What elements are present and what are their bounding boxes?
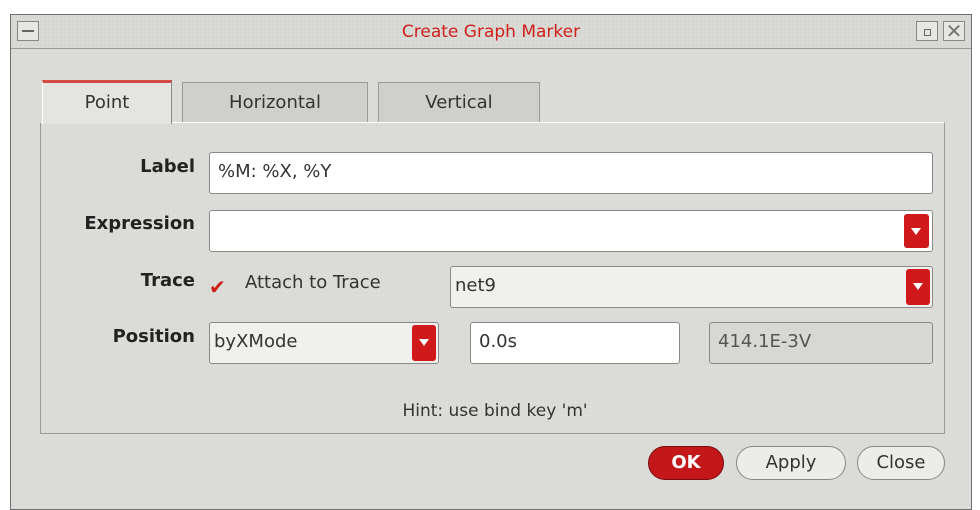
attach-to-trace-checkbox[interactable]: ✔: [209, 277, 227, 297]
ok-button[interactable]: OK: [648, 446, 724, 480]
position-caption: Position: [112, 326, 195, 347]
trace-select-value: net9: [455, 275, 496, 296]
hint-text: Hint: use bind key 'm': [402, 401, 588, 421]
label-input[interactable]: %M: %X, %Y: [209, 152, 933, 194]
position-y-readout: 414.1E-3V: [709, 322, 933, 364]
trace-dropdown-icon[interactable]: [906, 269, 930, 305]
close-button[interactable]: Close: [857, 446, 945, 480]
tab-vertical[interactable]: Vertical: [378, 82, 540, 122]
tab-horizontal[interactable]: Horizontal: [182, 82, 368, 122]
close-icon[interactable]: ✕: [943, 21, 965, 41]
position-mode-dropdown-icon[interactable]: [412, 325, 436, 361]
position-x-input[interactable]: 0.0s: [470, 322, 680, 364]
minimize-icon[interactable]: [916, 21, 938, 41]
position-mode-value: byXMode: [214, 331, 298, 352]
position-mode-select[interactable]: byXMode: [209, 322, 439, 364]
expression-input[interactable]: [209, 210, 933, 252]
attach-to-trace-label: Attach to Trace: [245, 272, 381, 293]
title-bar[interactable]: Create Graph Marker ✕: [11, 15, 971, 49]
apply-button[interactable]: Apply: [736, 446, 846, 480]
tab-point[interactable]: Point: [42, 80, 172, 124]
screen: Create Graph Marker ✕ Point Horizontal V…: [0, 0, 980, 510]
trace-select[interactable]: net9: [450, 266, 933, 308]
trace-caption: Trace: [140, 270, 195, 291]
label-caption: Label: [140, 156, 195, 177]
expression-caption: Expression: [84, 213, 195, 234]
window-title: Create Graph Marker: [401, 22, 581, 42]
expression-dropdown-icon[interactable]: [904, 214, 929, 248]
